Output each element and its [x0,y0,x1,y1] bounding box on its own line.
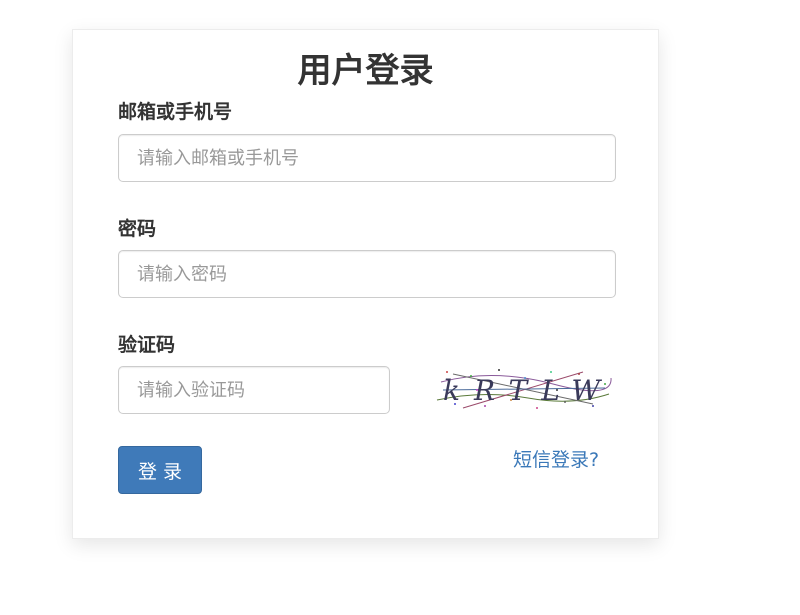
account-input[interactable] [118,134,616,182]
account-label: 邮箱或手机号 [118,101,233,123]
sms-login-link[interactable]: 短信登录? [513,448,599,472]
password-input[interactable] [118,250,616,298]
captcha-image[interactable]: kRTLW [433,364,613,412]
captcha-label: 验证码 [118,334,176,356]
password-label: 密码 [118,218,157,240]
captcha-text: kRTLW [443,374,613,407]
login-button[interactable]: 登 录 [118,446,202,494]
login-panel: 用户登录 邮箱或手机号 密码 验证码 [72,29,659,539]
page-title: 用户登录 [297,51,434,91]
captcha-input[interactable] [118,366,390,414]
